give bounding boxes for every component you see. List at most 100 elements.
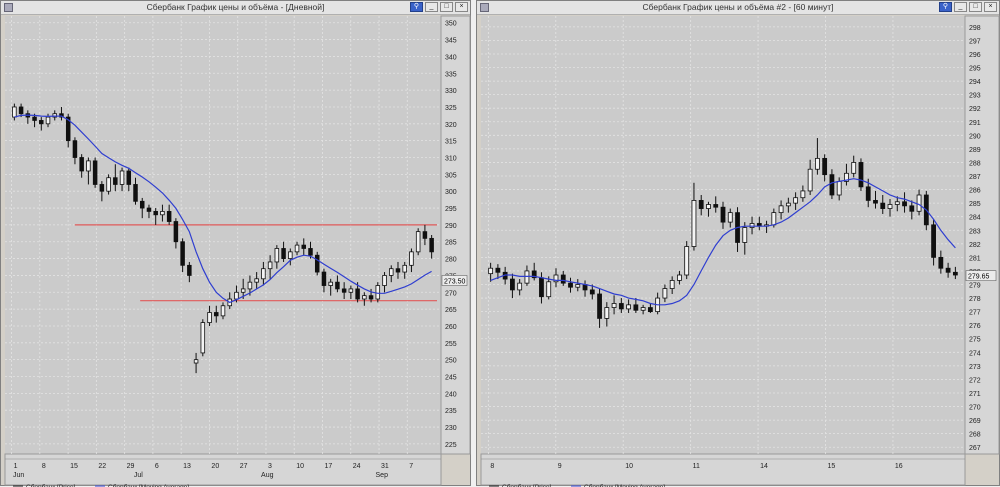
x-tick-label: 10: [625, 463, 633, 470]
candle-body: [720, 206, 726, 223]
x-tick-label: 10: [296, 463, 304, 470]
candle-body: [187, 264, 192, 276]
y-tick-label: 276: [969, 323, 981, 330]
y-tick-label: 225: [445, 442, 457, 449]
candle-body: [113, 177, 118, 185]
window-title: Сбербанк График цены и объёма - [Дневной…: [146, 2, 325, 12]
y-tick-label: 235: [445, 408, 457, 415]
candle-body: [281, 248, 286, 259]
candle-body: [684, 246, 690, 276]
candle-body: [173, 221, 179, 243]
candle-body: [308, 248, 313, 256]
y-tick-label: 284: [969, 215, 981, 222]
candle-body: [931, 224, 936, 258]
candle-body: [618, 303, 624, 310]
candle-body: [341, 288, 347, 293]
y-tick-label: 350: [445, 21, 457, 28]
legend-entry: Сбербанк [Moving Average]: [108, 483, 189, 487]
x-tick-label: 1: [14, 463, 18, 470]
candle-body: [12, 106, 17, 118]
candle-body: [355, 288, 360, 300]
y-tick-label: 325: [445, 105, 457, 112]
y-tick-label: 281: [969, 255, 981, 262]
candle-body: [18, 106, 24, 115]
candle-body: [713, 204, 719, 208]
y-tick-label: 283: [969, 228, 981, 235]
close-button[interactable]: ×: [455, 2, 468, 12]
minimize-button[interactable]: _: [954, 2, 967, 12]
candle-body: [539, 277, 544, 298]
candle-body: [301, 244, 307, 249]
candle-body: [902, 201, 907, 207]
x-tick-label: 7: [409, 463, 413, 470]
x-tick-label: 22: [98, 463, 106, 470]
x-tick-label: 14: [760, 463, 768, 470]
hourly-price-chart[interactable]: 298 297 296 295 294 293 292 291 290 289 288 287 286 2…: [477, 14, 1000, 487]
candle-body: [800, 190, 806, 199]
candle-body: [807, 168, 813, 192]
y-tick-label: 286: [969, 188, 981, 195]
x-tick-label: 11: [693, 463, 700, 470]
close-button[interactable]: ×: [984, 2, 997, 12]
window-icon: [4, 3, 13, 12]
candle-body: [247, 281, 253, 290]
y-tick-label: 298: [969, 25, 981, 32]
y-tick-label: 271: [969, 391, 981, 398]
maximize-button[interactable]: □: [969, 2, 982, 12]
candle-body: [909, 205, 915, 212]
x-tick-label: 3: [268, 463, 272, 470]
candle-body: [32, 116, 37, 121]
candle-body: [568, 282, 573, 288]
candle-body: [611, 303, 617, 308]
candle-body: [220, 305, 226, 317]
daily-chart-titlebar[interactable]: Сбербанк График цены и объёма - [Дневной…: [1, 1, 470, 15]
y-tick-label: 340: [445, 54, 457, 61]
candle-body: [785, 202, 791, 207]
candle-body: [362, 295, 367, 300]
candle-body: [546, 281, 552, 298]
y-tick-label: 292: [969, 106, 981, 113]
minimize-button[interactable]: _: [425, 2, 438, 12]
y-tick-label: 274: [969, 350, 981, 357]
y-tick-label: 240: [445, 391, 457, 398]
pin-icon[interactable]: ⚲: [939, 2, 952, 12]
daily-chart-window: Сбербанк График цены и объёма - [Дневной…: [0, 0, 472, 487]
candle-body: [880, 202, 886, 209]
candle-body: [153, 211, 158, 216]
candle-body: [180, 241, 185, 266]
candle-body: [495, 267, 501, 273]
candle-body: [314, 254, 320, 273]
candle-body: [86, 160, 91, 172]
maximize-button[interactable]: □: [440, 2, 453, 12]
candle-body: [865, 186, 871, 201]
y-tick-label: 291: [969, 120, 981, 127]
candle-body: [133, 184, 138, 202]
candle-body: [422, 231, 428, 239]
candle-body: [938, 256, 944, 269]
y-tick-label: 269: [969, 418, 981, 425]
candle-body: [119, 170, 125, 185]
candle-body: [415, 231, 421, 253]
candle-body: [894, 201, 900, 205]
candle-body: [395, 268, 401, 273]
x-tick-label: 8: [42, 463, 46, 470]
pin-icon[interactable]: ⚲: [410, 2, 423, 12]
candle-body: [166, 211, 172, 222]
candle-body: [267, 261, 273, 270]
candle-body: [560, 274, 566, 284]
candle-body: [851, 162, 857, 174]
candle-body: [72, 140, 78, 158]
y-tick-label: 290: [969, 133, 981, 140]
candle-body: [517, 282, 523, 291]
candle-body: [706, 204, 711, 209]
x-tick-label: 20: [211, 463, 219, 470]
month-label: Jun: [13, 472, 24, 479]
x-tick-label: 27: [240, 463, 248, 470]
hourly-chart-titlebar[interactable]: Сбербанк График цены и объёма #2 - [60 м…: [477, 1, 999, 15]
y-tick-label: 272: [969, 377, 981, 384]
x-tick-label: 8: [490, 463, 494, 470]
candle-body: [335, 281, 340, 290]
daily-price-chart[interactable]: 3503453403353303253203153103053002952902…: [1, 14, 472, 487]
y-tick-label: 289: [969, 147, 981, 154]
candle-body: [193, 359, 199, 364]
